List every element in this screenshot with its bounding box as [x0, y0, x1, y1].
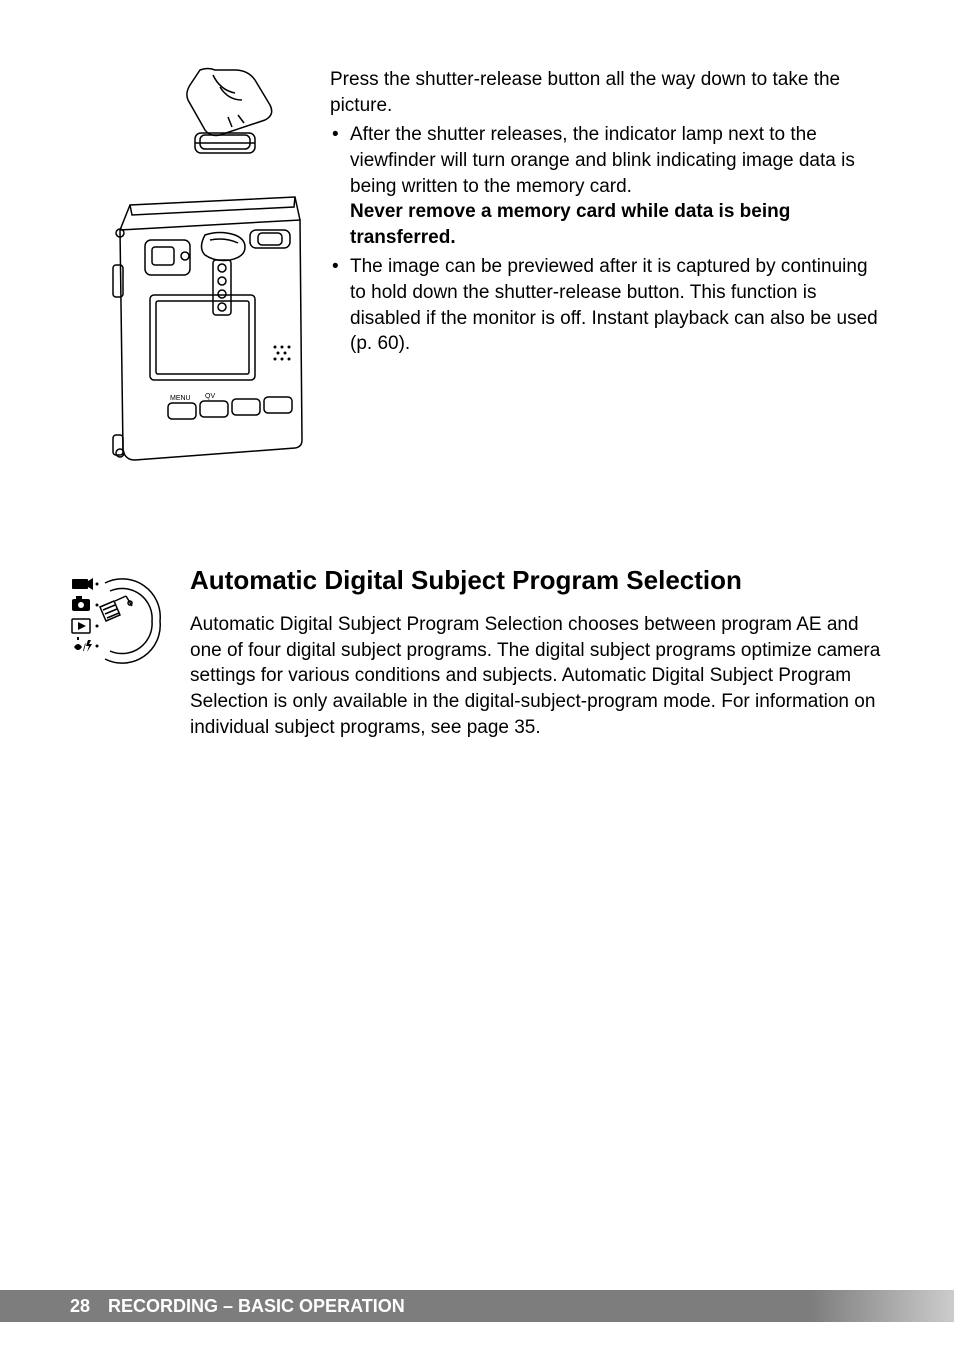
bullet-text: The image can be previewed after it is c… [350, 256, 878, 354]
page-number: 28 [70, 1296, 90, 1317]
svg-text:MENU: MENU [170, 395, 191, 402]
camera-drawing-icon: MENU QV [70, 65, 305, 465]
footer-section-label: RECORDING – BASIC OPERATION [108, 1296, 405, 1317]
section-block: / Automatic Digital Subject Program Sele… [70, 565, 884, 740]
svg-text:/: / [83, 643, 86, 654]
bullet-item: The image can be previewed after it is c… [330, 254, 884, 357]
bullet-item: After the shutter releases, the indicato… [330, 122, 884, 250]
bullet-text: After the shutter releases, the indicato… [350, 124, 855, 196]
instruction-text: Press the shutter-release button all the… [330, 65, 884, 465]
top-instruction-section: MENU QV Press the shutter-release button… [70, 65, 884, 465]
page-footer: 28 RECORDING – BASIC OPERATION [0, 1290, 954, 1322]
section-body: Automatic Digital Subject Program Select… [190, 612, 884, 740]
bullet-warning: Never remove a memory card while data is… [350, 201, 790, 248]
mode-dial-icon: / [70, 565, 165, 666]
intro-paragraph: Press the shutter-release button all the… [330, 67, 884, 118]
camera-illustration: MENU QV [70, 65, 305, 465]
svg-text:QV: QV [205, 393, 215, 400]
section-title: Automatic Digital Subject Program Select… [190, 565, 884, 596]
mode-dial-svg: / [70, 571, 165, 666]
section-content: Automatic Digital Subject Program Select… [190, 565, 884, 740]
